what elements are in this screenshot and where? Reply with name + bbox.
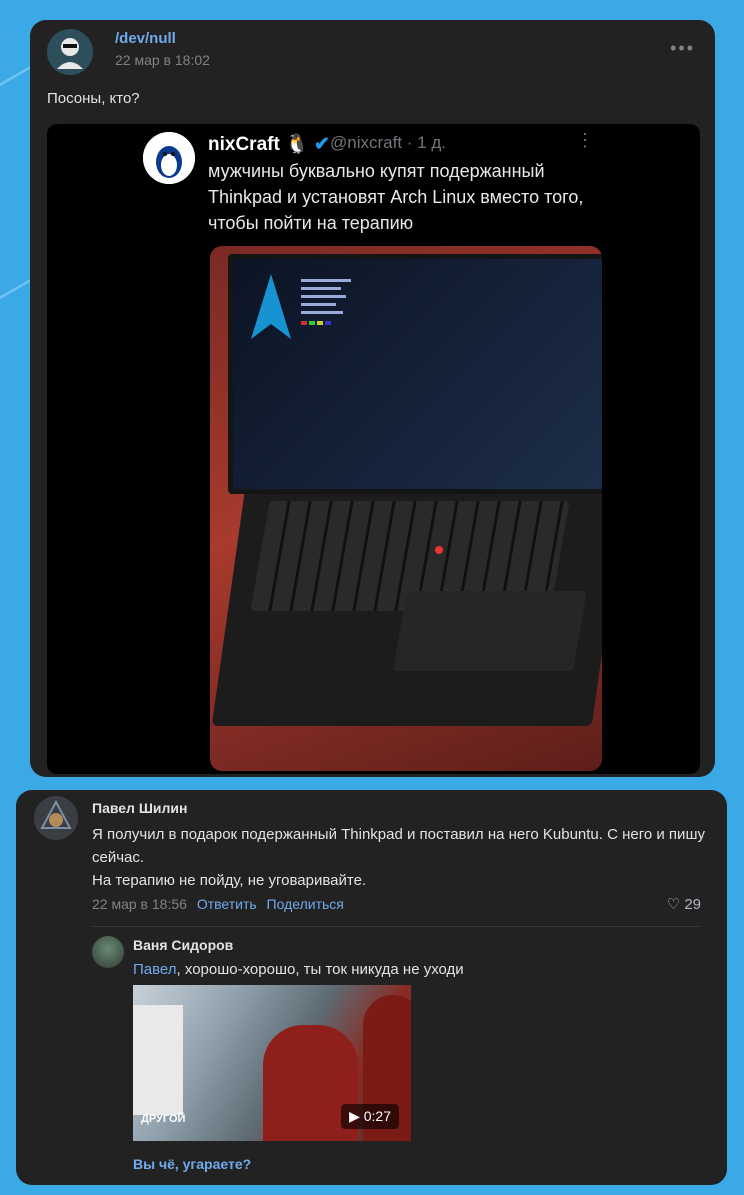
heart-icon: ♡ — [666, 896, 681, 913]
tweet-text: мужчины буквально купят подержанный Thin… — [208, 161, 584, 233]
reply-author-avatar[interactable] — [92, 936, 124, 968]
arch-logo-icon — [251, 274, 351, 339]
laptop-photo — [210, 246, 602, 771]
reply-more-link[interactable]: Вы чё, угараете? — [133, 1156, 251, 1172]
post-image[interactable]: nixCraft 🐧 ✔ @nixcraft · 1 д. ⋮ мужчины … — [47, 124, 700, 774]
video-duration: ▶ 0:27 — [341, 1104, 399, 1129]
comment-text-line1: Я получил в подарок подержанный Thinkpad… — [92, 826, 705, 866]
video-ambulance — [133, 1005, 183, 1115]
reply-text: Павел, хорошо-хорошо, ты ток никуда не у… — [133, 958, 713, 981]
reply-text-body: , хорошо-хорошо, ты ток никуда не уходи — [176, 961, 464, 978]
reply-author-name[interactable]: Ваня Сидоров — [133, 937, 233, 953]
play-icon: ▶ — [349, 1108, 360, 1124]
tweet-more-icon: ⋮ — [576, 130, 594, 150]
more-options-icon[interactable]: ••• — [670, 38, 695, 59]
divider — [92, 926, 700, 927]
video-duration-text: 0:27 — [363, 1108, 391, 1124]
comment-text-line2: На терапию не пойду, не уговаривайте. — [92, 872, 367, 889]
laptop-screen — [228, 254, 602, 494]
tweet-author-name: nixCraft 🐧 ✔ — [208, 134, 330, 155]
tweet-screenshot: nixCraft 🐧 ✔ @nixcraft · 1 д. ⋮ мужчины … — [140, 124, 608, 774]
post-date[interactable]: 22 мар в 18:02 — [115, 52, 210, 68]
tweet-handle: @nixcraft · 1 д. — [330, 133, 446, 152]
comment-author-name[interactable]: Павел Шилин — [92, 800, 187, 816]
verified-icon: ✔ — [314, 134, 330, 155]
trackpoint — [435, 546, 443, 554]
like-count: 29 — [684, 896, 701, 913]
reply-mention-link[interactable]: Павел — [133, 961, 177, 978]
post-author-avatar[interactable] — [47, 29, 93, 75]
reply-button[interactable]: Ответить — [197, 896, 257, 912]
penguin-icon: 🐧 — [285, 134, 309, 155]
post-text: Посоны, кто? — [47, 90, 140, 107]
comment-meta: 22 мар в 18:56 Ответить Поделиться — [92, 896, 344, 912]
comment-text: Я получил в подарок подержанный Thinkpad… — [92, 823, 712, 892]
video-channel-logo: ДРУГОЙ — [141, 1113, 186, 1125]
nixcraft-avatar — [143, 132, 195, 184]
comments-card: Павел Шилин Я получил в подарок подержан… — [16, 790, 727, 1185]
post-author-name[interactable]: /dev/null — [115, 30, 176, 47]
video-thumbnail[interactable]: ДРУГОЙ ▶ 0:27 — [133, 985, 411, 1141]
comment-author-avatar[interactable] — [34, 796, 78, 840]
post-card: /dev/null 22 мар в 18:02 ••• Посоны, кто… — [30, 20, 715, 777]
comment-date[interactable]: 22 мар в 18:56 — [92, 896, 187, 912]
laptop-trackpad — [392, 591, 588, 671]
share-button[interactable]: Поделиться — [267, 896, 344, 912]
like-button[interactable]: ♡ 29 — [667, 895, 701, 913]
